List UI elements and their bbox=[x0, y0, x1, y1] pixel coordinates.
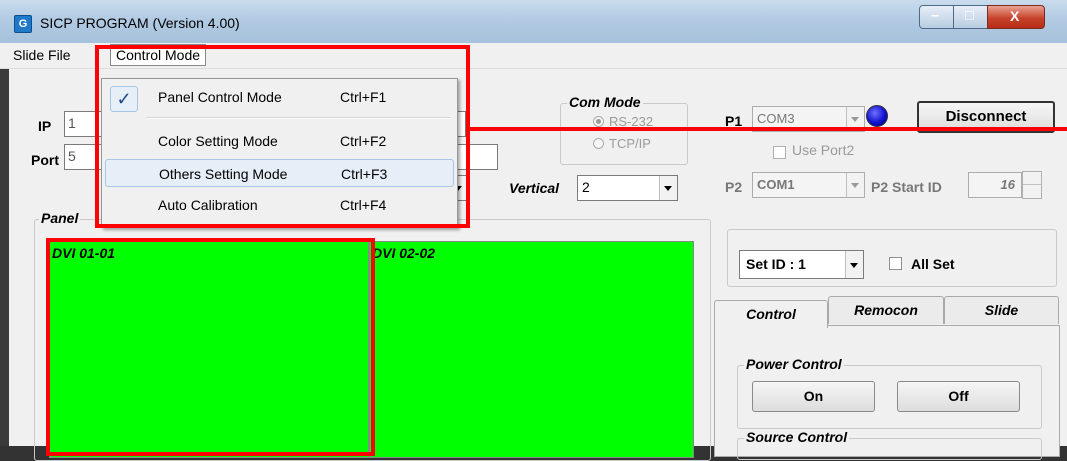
connection-status-led bbox=[866, 105, 888, 127]
use-port2-label: Use Port2 bbox=[792, 142, 855, 158]
annotation-line bbox=[467, 127, 1067, 131]
minimize-button[interactable]: – bbox=[919, 5, 955, 29]
app-icon: G bbox=[14, 15, 32, 33]
close-button[interactable]: X bbox=[987, 5, 1045, 29]
power-on-button[interactable]: On bbox=[752, 381, 875, 412]
chevron-down-icon bbox=[845, 251, 863, 278]
window-title: SICP PROGRAM (Version 4.00) bbox=[40, 15, 240, 31]
window-edge bbox=[0, 69, 9, 446]
maximize-button[interactable]: □ bbox=[953, 5, 989, 29]
title-bar: G SICP PROGRAM (Version 4.00) – □ X bbox=[0, 0, 1067, 43]
chevron-down-icon bbox=[846, 173, 864, 197]
source-control-group: Source Control bbox=[737, 429, 1042, 460]
chevron-down-icon bbox=[659, 176, 677, 200]
tcpip-radio[interactable] bbox=[593, 138, 604, 149]
all-set-label: All Set bbox=[911, 256, 955, 272]
tab-slide[interactable]: Slide bbox=[944, 296, 1059, 324]
com-mode-group: Com Mode RS-232 TCP/IP bbox=[560, 94, 688, 165]
tab-remocon[interactable]: Remocon bbox=[828, 296, 944, 324]
vertical-select[interactable]: 2 bbox=[577, 175, 678, 201]
tab-control[interactable]: Control bbox=[714, 300, 828, 328]
use-port2-checkbox[interactable] bbox=[773, 146, 786, 159]
all-set-checkbox[interactable] bbox=[889, 257, 902, 270]
power-control-label: Power Control bbox=[744, 356, 844, 372]
maximize-icon: □ bbox=[965, 7, 975, 24]
tcpip-label: TCP/IP bbox=[609, 136, 651, 151]
com-mode-label: Com Mode bbox=[567, 94, 643, 110]
panel-label: Panel bbox=[39, 210, 81, 226]
set-id-select[interactable]: Set ID : 1 bbox=[739, 250, 864, 279]
p2-start-id-field[interactable]: 16 bbox=[968, 172, 1022, 198]
p2-port-select[interactable]: COM1 bbox=[752, 172, 865, 198]
minimize-icon: – bbox=[931, 7, 940, 24]
source-control-label: Source Control bbox=[744, 429, 850, 445]
power-off-button[interactable]: Off bbox=[897, 381, 1020, 412]
annotation-box-menu bbox=[95, 45, 470, 228]
ip-label: IP bbox=[38, 118, 52, 134]
port-label: Port bbox=[31, 152, 59, 168]
rs232-radio[interactable] bbox=[593, 116, 604, 127]
p2-label: P2 bbox=[725, 179, 743, 195]
p2-start-id-label: P2 Start ID bbox=[871, 179, 942, 195]
p2-start-id-spinner[interactable] bbox=[1022, 171, 1042, 199]
vertical-label: Vertical bbox=[509, 180, 560, 196]
screen-label: DVI 02-02 bbox=[372, 245, 436, 261]
menu-slide-file[interactable]: Slide File bbox=[13, 47, 71, 63]
close-icon: X bbox=[1010, 8, 1020, 24]
screen-dvi-02-02[interactable]: DVI 02-02 bbox=[369, 241, 694, 458]
annotation-box-screen bbox=[46, 238, 375, 456]
